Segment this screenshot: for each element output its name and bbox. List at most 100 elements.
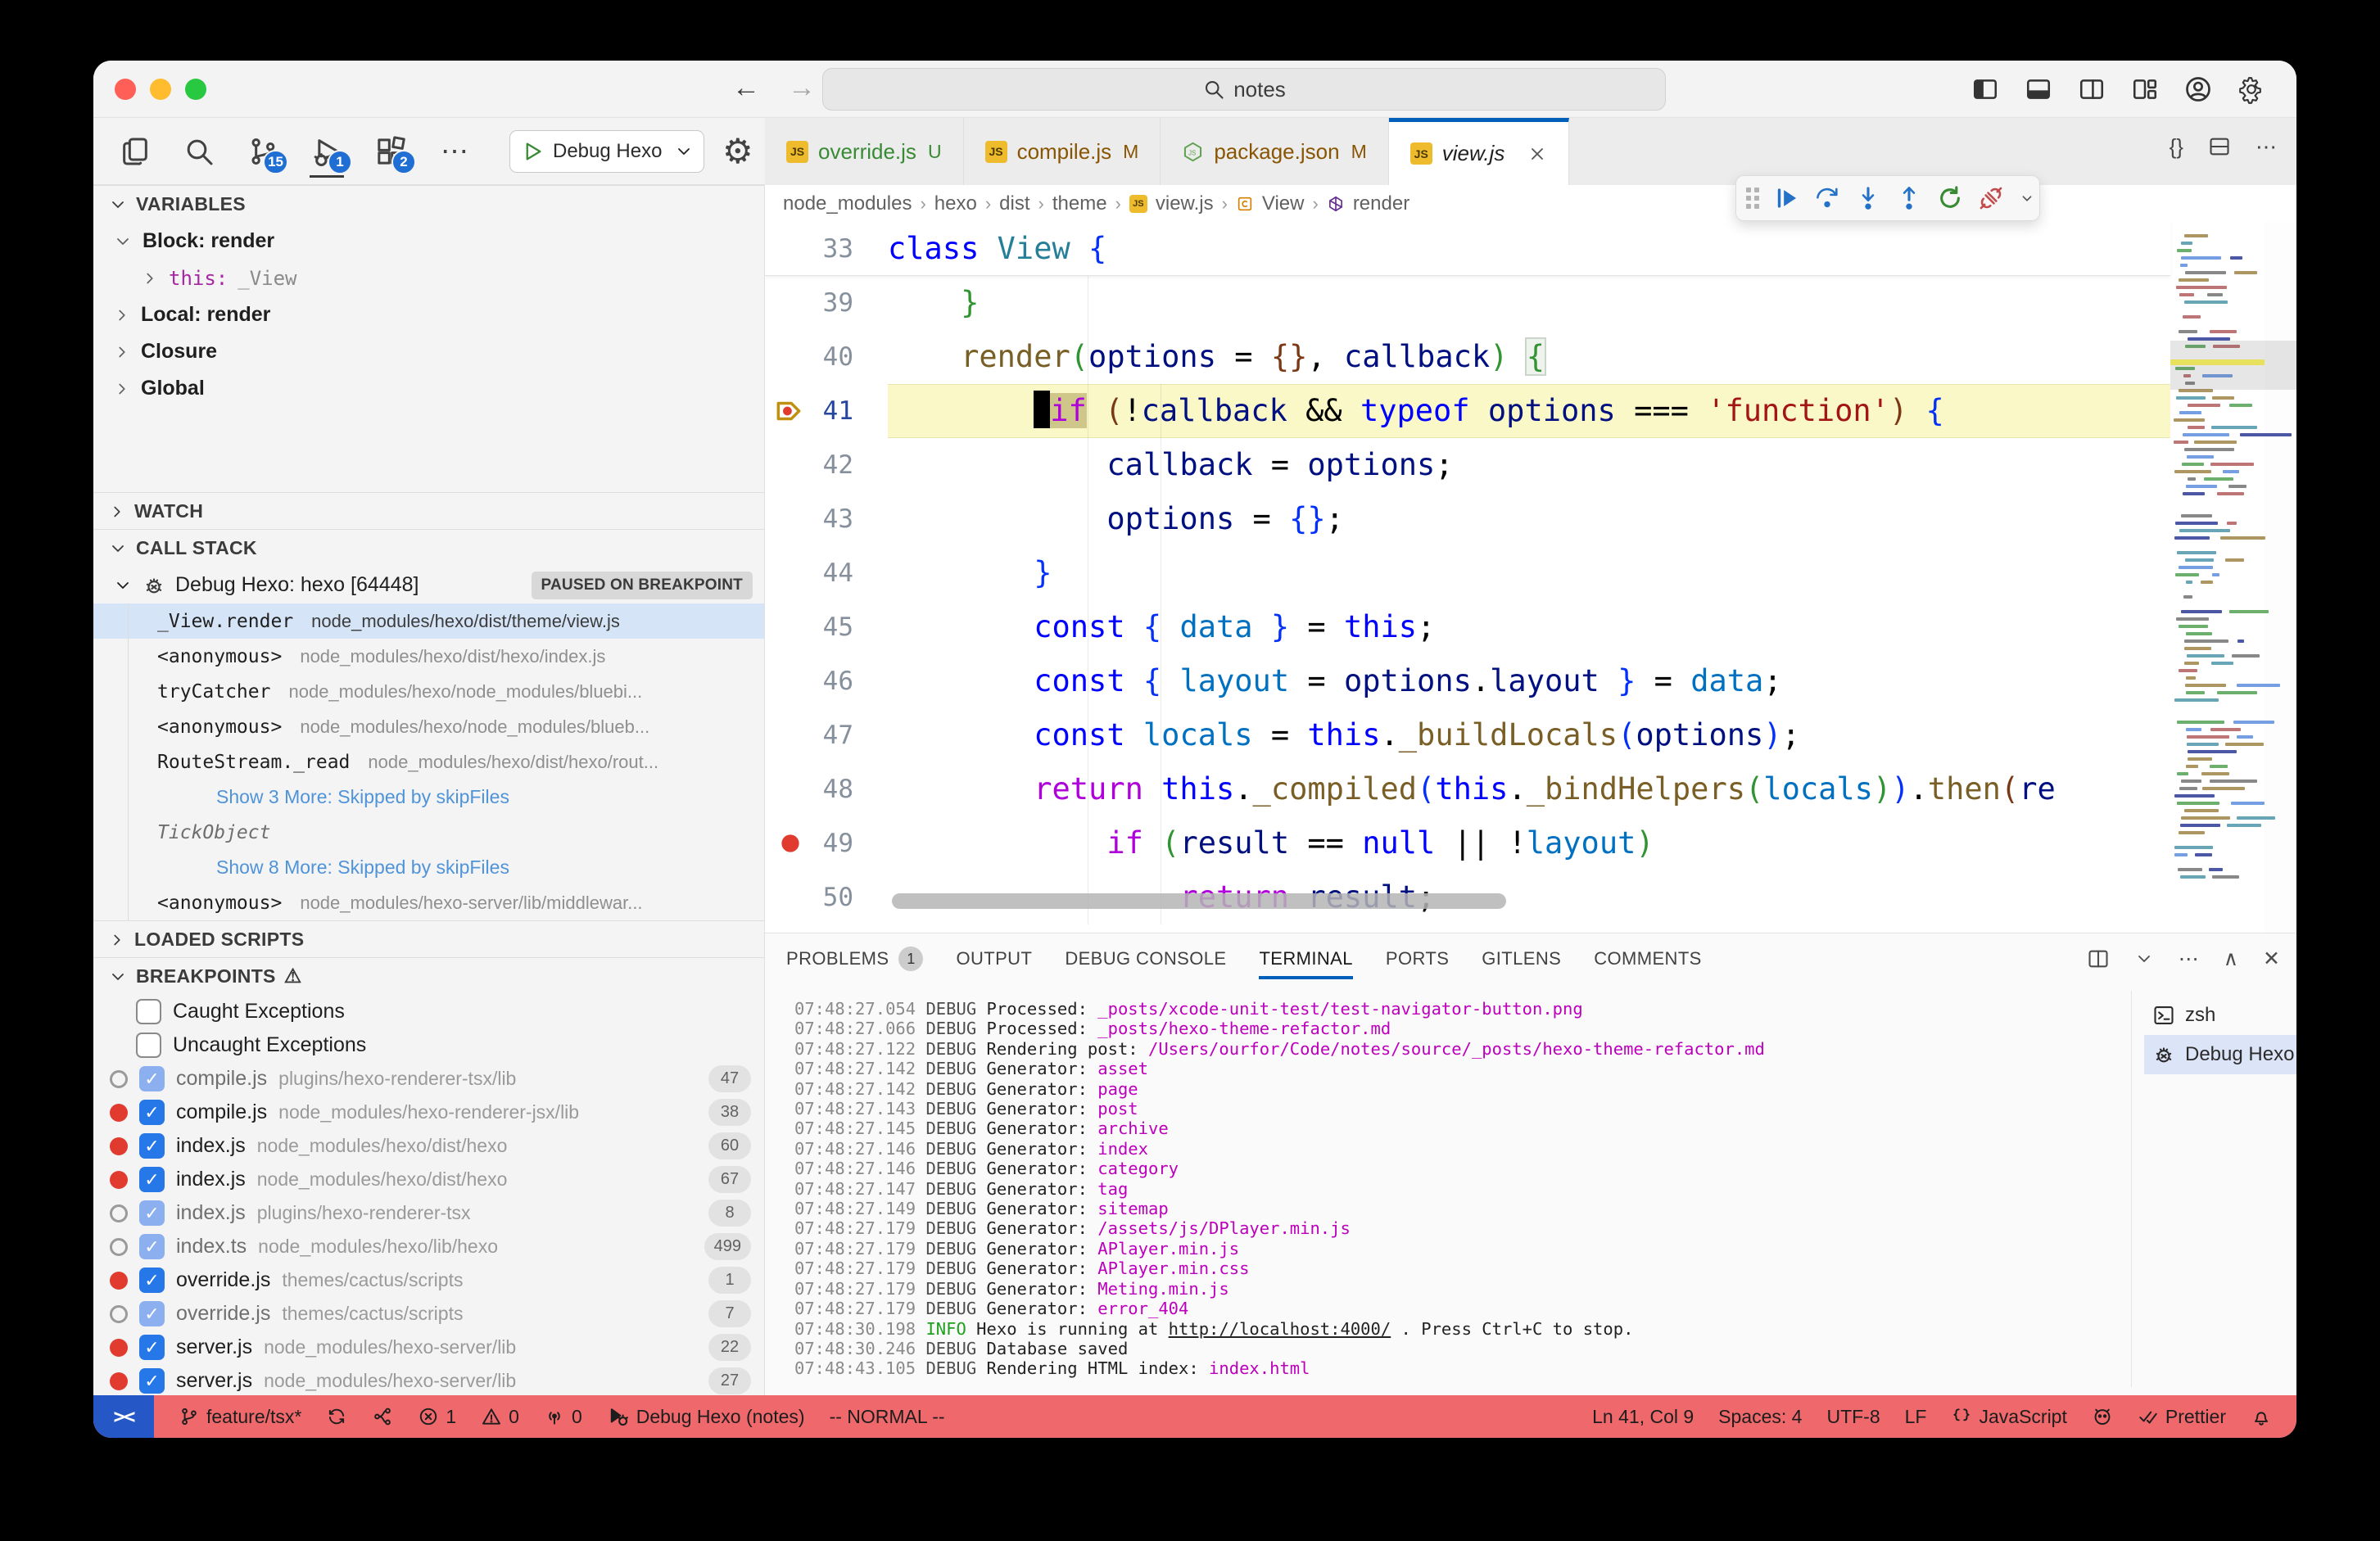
- continue-icon[interactable]: [1772, 183, 1800, 213]
- callstack-frame[interactable]: Show 3 More: Skipped by skipFiles: [93, 780, 764, 815]
- code-line[interactable]: const locals = this._buildLocals(options…: [888, 708, 2170, 762]
- tab-package.json[interactable]: JSpackage.jsonM: [1161, 118, 1388, 185]
- section-header-watch[interactable]: WATCH: [93, 493, 764, 530]
- breadcrumb-item[interactable]: node_modules: [783, 192, 912, 215]
- breakpoint-row[interactable]: ✓index.jsnode_modules/hexo/dist/hexo67: [93, 1163, 764, 1196]
- checkbox-checked[interactable]: ✓: [139, 1301, 165, 1326]
- account-icon[interactable]: [2183, 74, 2214, 105]
- gutter-row[interactable]: 44: [765, 546, 888, 600]
- command-center-search[interactable]: notes: [822, 68, 1666, 111]
- breakpoint-row[interactable]: ✓index.jsplugins/hexo-renderer-tsx8: [93, 1196, 764, 1230]
- callstack-frame[interactable]: _View.rendernode_modules/hexo/dist/theme…: [93, 603, 764, 639]
- zoom-window-button[interactable]: [185, 79, 206, 100]
- status-item--normal-[interactable]: -- NORMAL --: [820, 1395, 955, 1438]
- status-item-sync[interactable]: [316, 1395, 357, 1438]
- status-item-lf[interactable]: LF: [1895, 1395, 1937, 1438]
- checkbox-checked[interactable]: ✓: [139, 1100, 165, 1125]
- panel-tab-terminal[interactable]: TERMINAL: [1259, 933, 1352, 984]
- section-header-call-stack[interactable]: CALL STACK: [93, 530, 764, 567]
- breakpoint-row[interactable]: ✓compile.jsplugins/hexo-renderer-tsx/lib…: [93, 1062, 764, 1096]
- checkbox-checked[interactable]: ✓: [139, 1167, 165, 1192]
- code-line[interactable]: options = {};: [888, 492, 2170, 546]
- close-tab-icon[interactable]: [1527, 144, 1547, 164]
- variable-row[interactable]: Local: render: [93, 296, 764, 333]
- sticky-code-line[interactable]: class View {: [765, 222, 2170, 276]
- status-item-ln-41-col-9[interactable]: Ln 41, Col 9: [1582, 1395, 1704, 1438]
- toggle-sidebar-icon[interactable]: [1970, 74, 2001, 105]
- breadcrumb-symbol[interactable]: View: [1262, 192, 1305, 215]
- back-button[interactable]: ←: [732, 72, 760, 104]
- terminal-list-item-zsh[interactable]: zsh: [2144, 996, 2296, 1035]
- debug-config-dropdown[interactable]: Debug Hexo: [509, 130, 704, 173]
- editor-more-actions-icon[interactable]: ⋯: [2256, 134, 2277, 160]
- forward-button[interactable]: →: [788, 72, 816, 104]
- panel-tab-debug-console[interactable]: DEBUG CONSOLE: [1065, 933, 1226, 984]
- search-icon[interactable]: [180, 129, 218, 174]
- sticky-scroll-line[interactable]: class View {33: [765, 222, 2170, 276]
- breadcrumb-item[interactable]: dist: [999, 192, 1029, 215]
- breakpoint-row[interactable]: ✓compile.jsnode_modules/hexo-renderer-js…: [93, 1096, 764, 1129]
- maximize-panel-icon[interactable]: ∧: [2224, 947, 2238, 971]
- remote-indicator[interactable]: ><: [93, 1395, 154, 1438]
- breadcrumb-symbol[interactable]: render: [1353, 192, 1409, 215]
- debug-session-row[interactable]: Debug Hexo: hexo [64448]PAUSED ON BREAKP…: [93, 567, 764, 603]
- breakpoint-row[interactable]: ✓index.jsnode_modules/hexo/dist/hexo60: [93, 1129, 764, 1163]
- tab-override.js[interactable]: JSoverride.jsU: [765, 118, 964, 185]
- callstack-frame[interactable]: Show 8 More: Skipped by skipFiles: [93, 850, 764, 885]
- variable-row[interactable]: Global: [93, 370, 764, 407]
- source-control-icon[interactable]: 15: [244, 129, 282, 174]
- section-header-variables[interactable]: VARIABLES: [93, 186, 764, 223]
- callstack-frame[interactable]: <anonymous>node_modules/hexo/node_module…: [93, 709, 764, 744]
- status-item-0[interactable]: 0: [471, 1395, 529, 1438]
- current-breakpoint-icon[interactable]: [773, 395, 804, 427]
- callstack-frame[interactable]: TickObject: [93, 815, 764, 850]
- code-line[interactable]: render(options = {}, callback) {: [888, 330, 2170, 384]
- panel-tab-output[interactable]: OUTPUT: [956, 933, 1032, 984]
- start-debug-icon[interactable]: [520, 139, 545, 164]
- breakpoint-row[interactable]: ✓override.jsthemes/cactus/scripts1: [93, 1263, 764, 1297]
- gutter-row[interactable]: 40: [765, 330, 888, 384]
- checkbox-unchecked[interactable]: ✓: [136, 1033, 161, 1058]
- code-line[interactable]: if (!callback && typeof options === 'fun…: [888, 384, 2170, 438]
- callstack-frame[interactable]: tryCatchernode_modules/hexo/node_modules…: [93, 674, 764, 709]
- checkbox-checked[interactable]: ✓: [139, 1200, 165, 1226]
- skipfiles-link[interactable]: Show 3 More: Skipped by skipFiles: [157, 786, 509, 808]
- breadcrumb[interactable]: node_modules›hexo›dist›theme›JSview.js›V…: [765, 185, 2296, 222]
- customize-layout-icon[interactable]: [2129, 74, 2161, 105]
- code-line[interactable]: }: [888, 276, 2170, 330]
- panel-tab-gitlens[interactable]: GITLENS: [1482, 933, 1561, 984]
- checkbox-checked[interactable]: ✓: [139, 1268, 165, 1293]
- step-out-icon[interactable]: [1895, 183, 1923, 213]
- restart-icon[interactable]: [1936, 183, 1964, 213]
- skipfiles-link[interactable]: Show 8 More: Skipped by skipFiles: [157, 856, 509, 879]
- section-header-breakpoints[interactable]: BREAKPOINTS⚠: [93, 958, 764, 995]
- tab-view.js[interactable]: JSview.js: [1389, 118, 1570, 185]
- code-line[interactable]: return this._compiled(this._bindHelpers(…: [888, 762, 2170, 816]
- minimize-window-button[interactable]: [150, 79, 171, 100]
- split-editor-icon[interactable]: [2208, 135, 2231, 158]
- breakpoint-row[interactable]: ✓override.jsthemes/cactus/scripts7: [93, 1297, 764, 1331]
- status-item-0[interactable]: 0: [534, 1395, 592, 1438]
- callstack-frame[interactable]: <anonymous>node_modules/hexo-server/lib/…: [93, 885, 764, 920]
- variable-row[interactable]: Closure: [93, 333, 764, 370]
- variable-row[interactable]: this:_View: [93, 260, 764, 296]
- more-debug-actions-icon[interactable]: [2018, 183, 2036, 213]
- checkbox-checked[interactable]: ✓: [139, 1133, 165, 1159]
- run-and-debug-icon[interactable]: 1: [308, 129, 346, 174]
- breakpoint-icon[interactable]: [776, 829, 804, 857]
- panel-tab-problems[interactable]: PROBLEMS1: [786, 933, 923, 984]
- gutter-row[interactable]: 50: [765, 870, 888, 924]
- breadcrumb-item[interactable]: theme: [1052, 192, 1107, 215]
- disconnect-icon[interactable]: [1977, 183, 2005, 213]
- checkbox-unchecked[interactable]: ✓: [136, 999, 161, 1024]
- minimap[interactable]: [2170, 222, 2265, 933]
- status-item-spaces-4[interactable]: Spaces: 4: [1708, 1395, 1812, 1438]
- terminal-dropdown-icon[interactable]: [2134, 949, 2154, 969]
- checkbox-checked[interactable]: ✓: [139, 1368, 165, 1394]
- gutter-row[interactable]: 41: [765, 384, 888, 438]
- code-line[interactable]: const { data } = this;: [888, 600, 2170, 654]
- gutter-row[interactable]: 47: [765, 708, 888, 762]
- close-window-button[interactable]: [115, 79, 136, 100]
- callstack-frame[interactable]: RouteStream._readnode_modules/hexo/dist/…: [93, 744, 764, 780]
- checkbox-checked[interactable]: ✓: [139, 1335, 165, 1360]
